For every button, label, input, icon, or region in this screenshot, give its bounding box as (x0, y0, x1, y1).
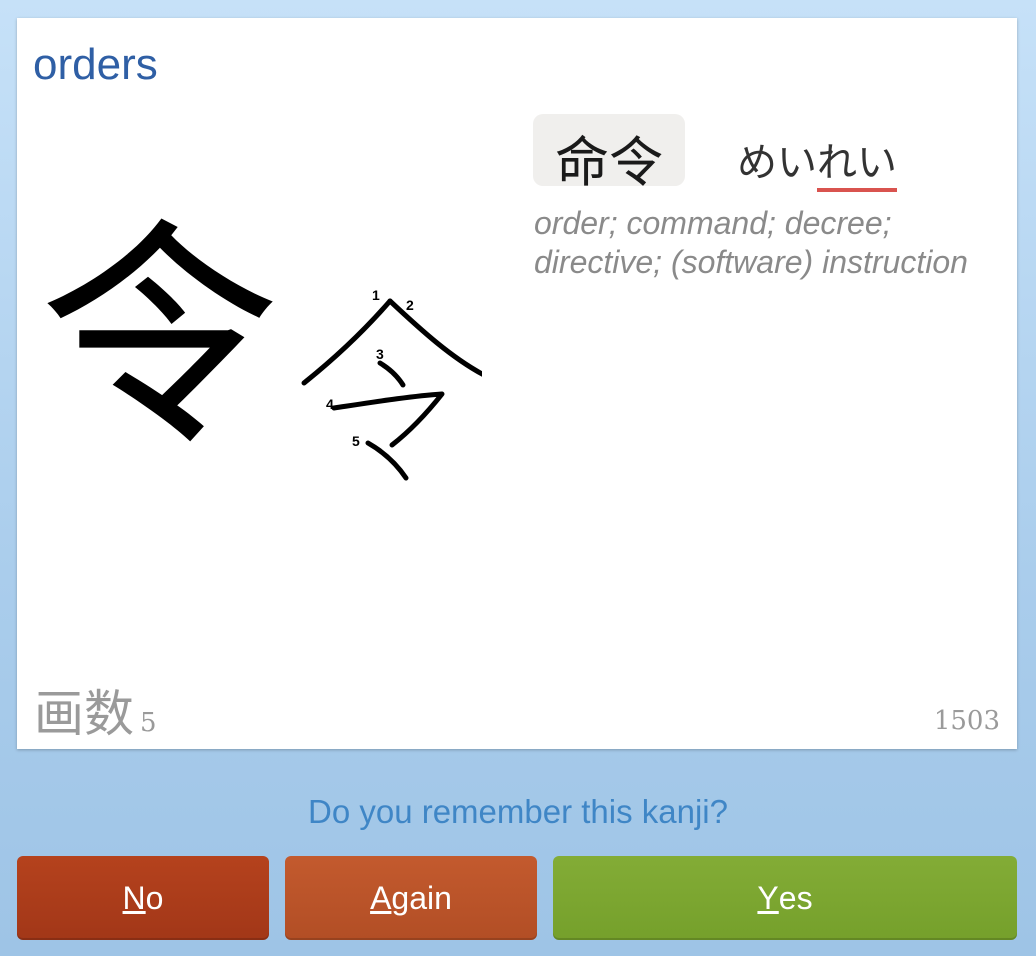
yes-shortcut-key: Y (757, 879, 779, 916)
stroke-5 (365, 440, 409, 481)
stroke-4 (331, 391, 445, 448)
reading-prefix: めい (737, 140, 817, 186)
stroke-count-text: 画数 (34, 685, 134, 743)
vocab-word: 命令 (555, 131, 663, 194)
vocab-meaning: order; command; decree; directive; (soft… (534, 205, 968, 280)
no-button[interactable]: No (17, 856, 269, 940)
stroke-number-1: 1 (372, 287, 380, 303)
again-label-rest: gain (391, 879, 452, 916)
yes-button[interactable]: Yes (553, 856, 1017, 940)
frame-number: 1503 (933, 706, 1000, 736)
stroke-number-5: 5 (352, 433, 360, 449)
reading-highlight: れい (817, 140, 897, 192)
stroke-count-label: 画数 5 (34, 674, 157, 746)
vocab-reading: めいれい (737, 130, 897, 192)
keyword-title: orders (33, 40, 158, 89)
stroke-3 (377, 360, 406, 388)
again-button[interactable]: Again (285, 856, 537, 940)
yes-label-rest: es (778, 879, 813, 916)
review-prompt: Do you remember this kanji? (307, 793, 728, 830)
stroke-number-4: 4 (326, 396, 334, 412)
flashcard: orders 令 1 2 3 4 5 命令 めいれい order; comman… (17, 18, 1017, 749)
no-shortcut-key: N (122, 879, 146, 916)
stroke-2 (387, 298, 482, 377)
no-label-rest: o (145, 879, 164, 916)
stroke-number-2: 2 (406, 297, 414, 313)
stroke-order-diagram: 1 2 3 4 5 (301, 287, 482, 481)
stroke-1 (301, 298, 393, 386)
stroke-number-3: 3 (376, 346, 384, 362)
vocab-word-box: 命令 (533, 114, 685, 194)
kanji-character: 令 (39, 198, 280, 478)
stroke-count-value: 5 (140, 708, 157, 738)
again-shortcut-key: A (370, 879, 392, 916)
